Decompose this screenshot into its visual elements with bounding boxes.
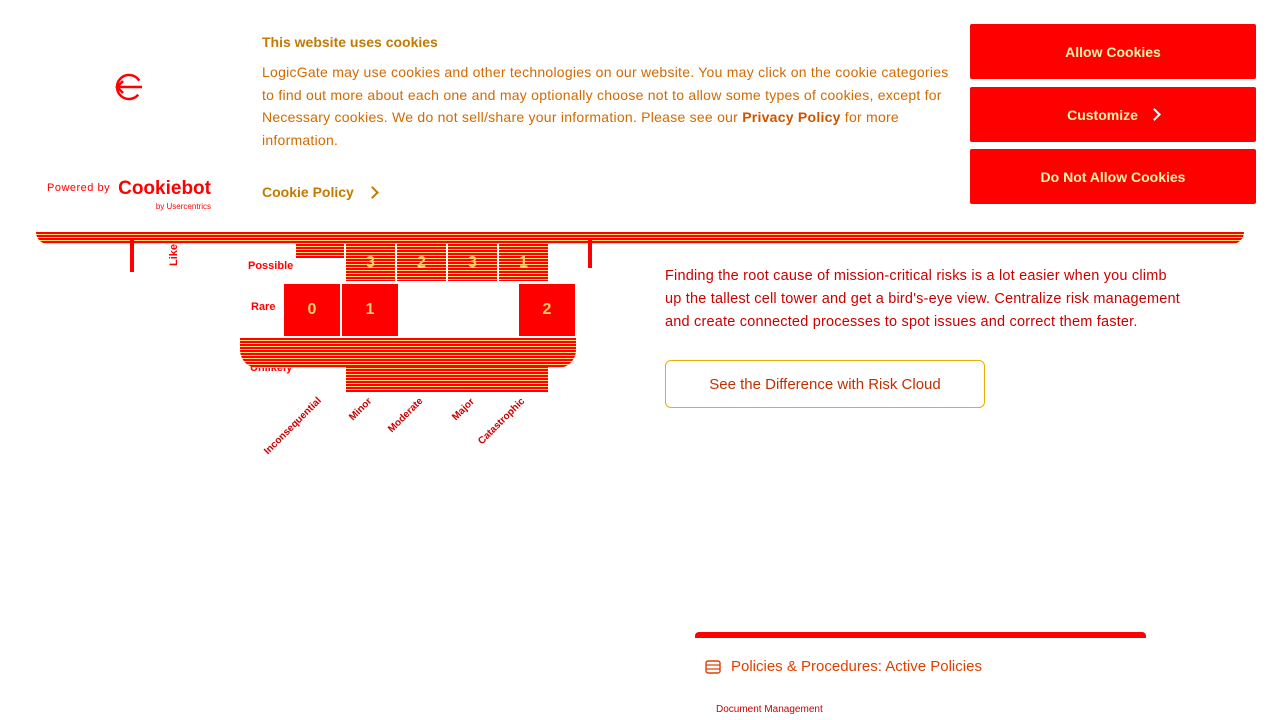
customize-button[interactable]: Customize: [970, 87, 1256, 142]
matrix-col-label-minor: Minor: [347, 395, 375, 423]
matrix-col-label-major: Major: [450, 396, 477, 423]
cookie-banner: Powered by Cookiebot by Usercentrics Thi…: [0, 0, 1280, 232]
cookiebot-sub-label: by Usercentrics: [155, 202, 211, 211]
allow-cookies-button[interactable]: Allow Cookies: [970, 24, 1256, 79]
matrix-cell-possible-moderate: 2: [397, 244, 446, 281]
matrix-cell-possible-major: 3: [448, 244, 497, 281]
matrix-cell-rare-minor: 1: [342, 284, 398, 336]
matrix-row-unlikely: [240, 338, 576, 368]
matrix-col-label-catastrophic: Catastrophic: [476, 395, 528, 447]
matrix-col-label-inconsequential: Inconsequential: [262, 395, 324, 457]
chevron-right-icon: [365, 185, 379, 199]
matrix-cell-possible-minor: 3: [346, 244, 395, 281]
matrix-cell-possible-catastrophic: 1: [499, 244, 548, 281]
cookie-policy-label: Cookie Policy: [262, 184, 354, 200]
matrix-row-label-rare: Rare: [251, 301, 276, 313]
matrix-row-label-possible: Possible: [248, 260, 294, 272]
matrix-cell-rare-inconsequential: 0: [284, 284, 340, 336]
do-not-allow-cookies-button[interactable]: Do Not Allow Cookies: [970, 149, 1256, 204]
powered-by-label: Powered by: [47, 182, 111, 194]
matrix-cell-possible-inconsequential: [296, 244, 344, 258]
cookie-policy-link[interactable]: Cookie Policy: [262, 184, 379, 200]
list-icon: [705, 659, 721, 674]
powered-by-cookiebot[interactable]: Powered by Cookiebot by Usercentrics: [47, 179, 211, 211]
matrix-col-label-moderate: Moderate: [386, 395, 426, 435]
band-drip: [588, 240, 592, 268]
matrix-cell-rare-moderate: [400, 284, 518, 336]
chevron-right-icon: [1148, 108, 1161, 121]
risk-cloud-description: Finding the root cause of mission-critic…: [665, 267, 1181, 330]
privacy-policy-link[interactable]: Privacy Policy: [742, 109, 840, 125]
card-accent-bar: [695, 632, 1146, 638]
matrix-row-base: [346, 366, 548, 392]
card-subtitle: Document Management: [716, 704, 823, 715]
cookiebot-logo: Cookiebot by Usercentrics: [118, 179, 211, 211]
card-title: Policies & Procedures: Active Policies: [731, 658, 982, 675]
banner-shadow-band: [36, 232, 1244, 244]
matrix-cell-rare-catastrophic: 2: [519, 284, 575, 336]
cookie-banner-title: This website uses cookies: [262, 34, 438, 50]
logicgate-logo-icon: [115, 73, 143, 101]
see-difference-button[interactable]: See the Difference with Risk Cloud: [665, 360, 985, 408]
band-drip: [130, 240, 134, 272]
cookie-banner-text: LogicGate may use cookies and other tech…: [262, 64, 949, 149]
card-header[interactable]: Policies & Procedures: Active Policies: [705, 658, 982, 675]
